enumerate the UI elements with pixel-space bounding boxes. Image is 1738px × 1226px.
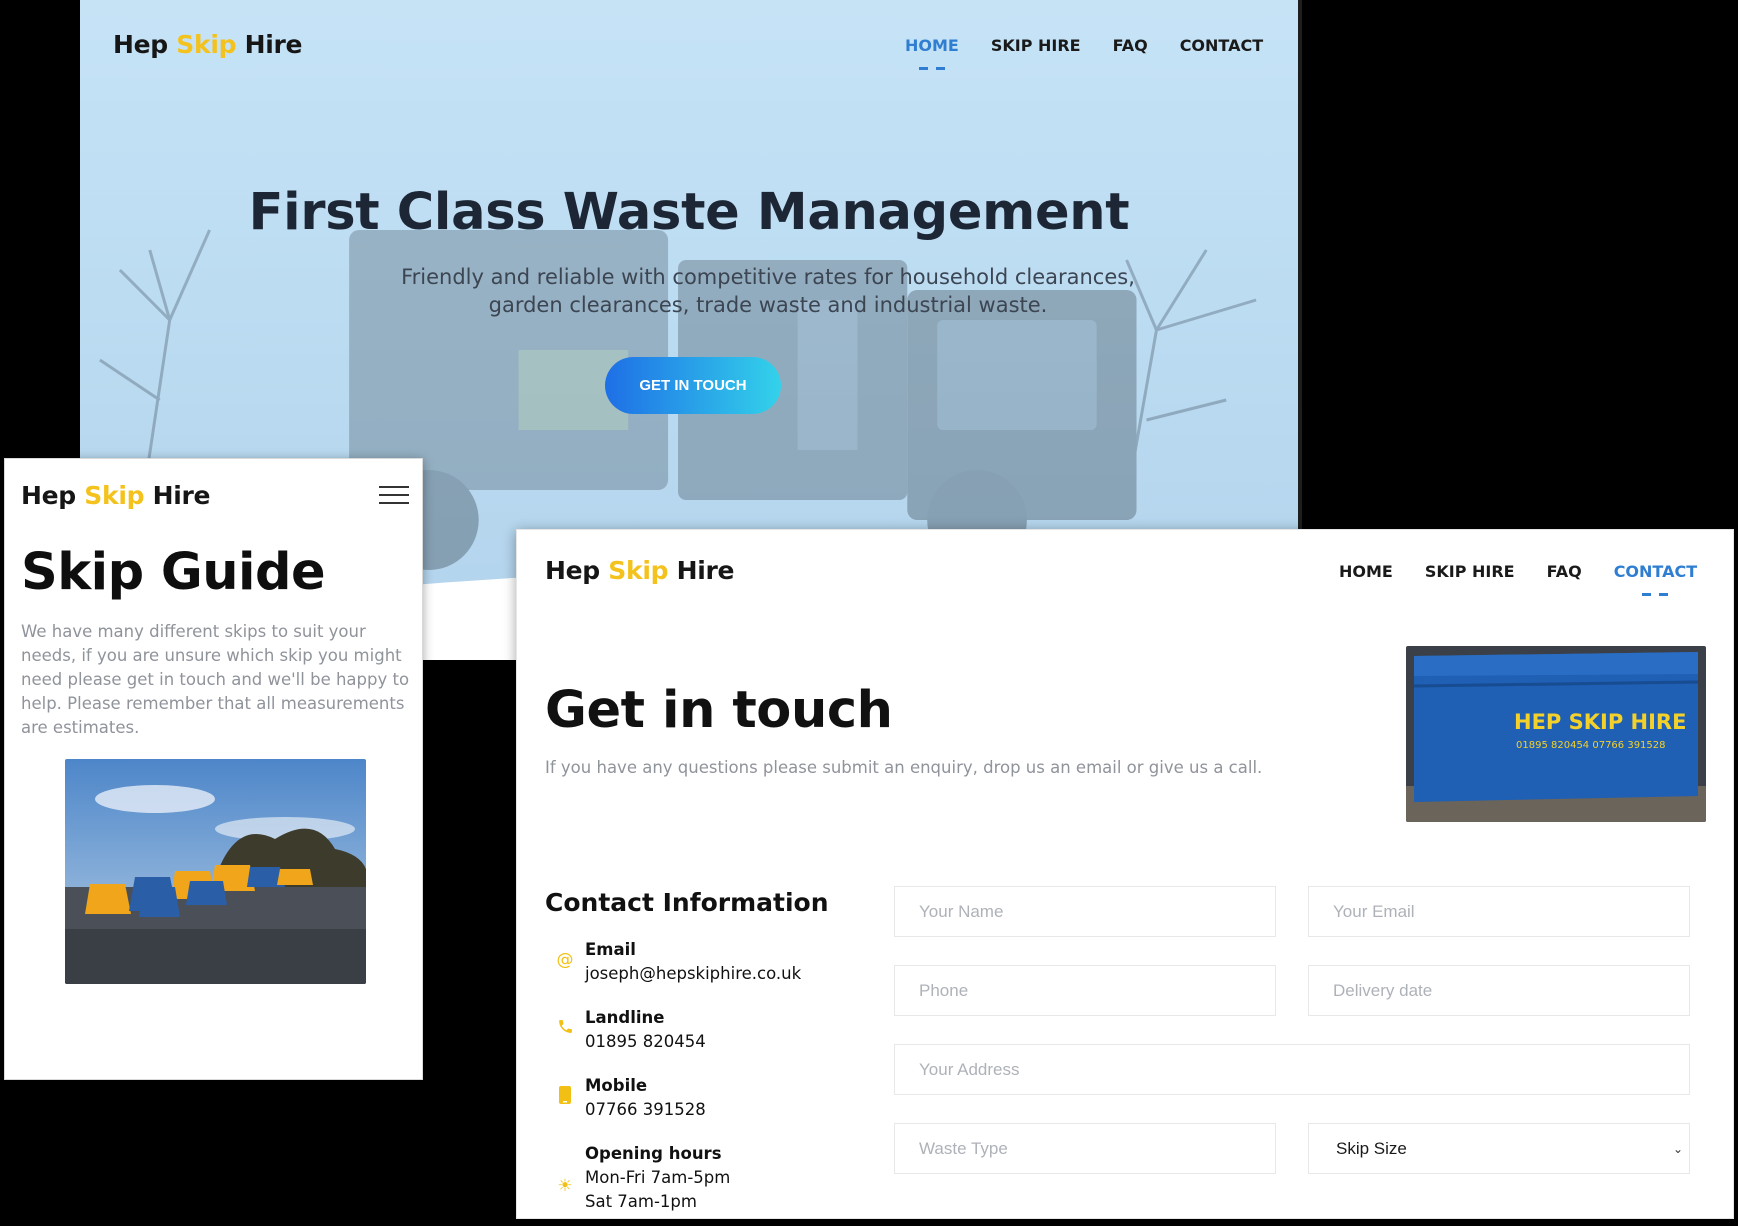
get-in-touch-button[interactable]: GET IN TOUCH — [605, 357, 781, 414]
contact-subtitle: If you have any questions please submit … — [545, 758, 1263, 777]
nav-skip-hire[interactable]: SKIP HIRE — [991, 36, 1081, 55]
mobile-number[interactable]: 07766 391528 — [585, 1098, 706, 1122]
delivery-date-field[interactable]: Delivery date — [1308, 965, 1690, 1016]
brand-logo[interactable]: Hep Skip Hire — [113, 30, 302, 59]
hero-title: First Class Waste Management — [248, 183, 1130, 242]
address-field[interactable]: Your Address — [894, 1044, 1690, 1095]
brand-logo-contact[interactable]: Hep Skip Hire — [545, 556, 734, 585]
email-link[interactable]: joseph@hepskiphire.co.uk — [585, 962, 801, 986]
contact-label: Mobile — [585, 1076, 648, 1095]
waste-type-field[interactable]: Waste Type — [894, 1123, 1276, 1174]
blue-skip-photo: HEP SKIP HIRE 01895 820454 07766 391528 — [1406, 646, 1706, 822]
nav-skip-hire[interactable]: SKIP HIRE — [1425, 562, 1515, 581]
brand-logo-mobile[interactable]: Hep Skip Hire — [21, 481, 210, 510]
contact-page-window: Hep Skip Hire HOME SKIP HIRE FAQ CONTACT… — [516, 529, 1734, 1219]
mobile-icon — [545, 1074, 585, 1122]
main-nav: HOME SKIP HIRE FAQ CONTACT — [905, 36, 1263, 55]
skip-guide-mobile-window: Hep Skip Hire Skip Guide We have many di… — [4, 458, 423, 1080]
nav-faq[interactable]: FAQ — [1113, 36, 1148, 55]
skip-guide-text: We have many different skips to suit you… — [21, 622, 410, 737]
skip-size-value: Skip Size — [1336, 1138, 1407, 1158]
nav-contact[interactable]: CONTACT — [1614, 562, 1697, 581]
nav-contact[interactable]: CONTACT — [1180, 36, 1263, 55]
hero-subtitle: Friendly and reliable with competitive r… — [401, 265, 1135, 317]
contact-label: Opening hours — [585, 1144, 722, 1163]
photo-skip-text: HEP SKIP HIRE — [1514, 710, 1686, 734]
chevron-down-icon: ⌄ — [1672, 1141, 1683, 1156]
contact-title: Get in touch — [545, 681, 893, 740]
hours-weekday: Mon-Fri 7am-5pm — [585, 1168, 731, 1187]
sun-icon: ☀ — [557, 1176, 573, 1196]
contact-information-title: Contact Information — [545, 888, 829, 917]
phone-field[interactable]: Phone — [894, 965, 1276, 1016]
contact-label: Email — [585, 940, 636, 959]
contact-page-nav: HOME SKIP HIRE FAQ CONTACT — [1339, 562, 1697, 581]
nav-faq[interactable]: FAQ — [1547, 562, 1582, 581]
skip-yard-photo — [65, 759, 366, 984]
hamburger-menu-icon[interactable] — [379, 486, 409, 508]
skip-size-select[interactable]: Skip Size ⌄ — [1308, 1123, 1690, 1174]
at-icon: @ — [556, 950, 574, 970]
landline-number[interactable]: 01895 820454 — [585, 1030, 706, 1054]
contact-item-opening-hours: ☀ Opening hours Mon-Fri 7am-5pm Sat 7am-… — [545, 1142, 730, 1214]
photo-skip-phones: 01895 820454 07766 391528 — [1516, 740, 1666, 751]
nav-home[interactable]: HOME — [905, 36, 959, 55]
contact-label: Landline — [585, 1008, 665, 1027]
hours-saturday: Sat 7am-1pm — [585, 1192, 697, 1211]
nav-home[interactable]: HOME — [1339, 562, 1393, 581]
contact-item-mobile: Mobile 07766 391528 — [545, 1074, 706, 1122]
email-field[interactable]: Your Email — [1308, 886, 1690, 937]
skip-guide-title: Skip Guide — [21, 543, 326, 602]
phone-icon — [545, 1006, 585, 1054]
contact-item-landline: Landline 01895 820454 — [545, 1006, 706, 1054]
name-field[interactable]: Your Name — [894, 886, 1276, 937]
contact-item-email: @ Email joseph@hepskiphire.co.uk — [545, 938, 802, 986]
